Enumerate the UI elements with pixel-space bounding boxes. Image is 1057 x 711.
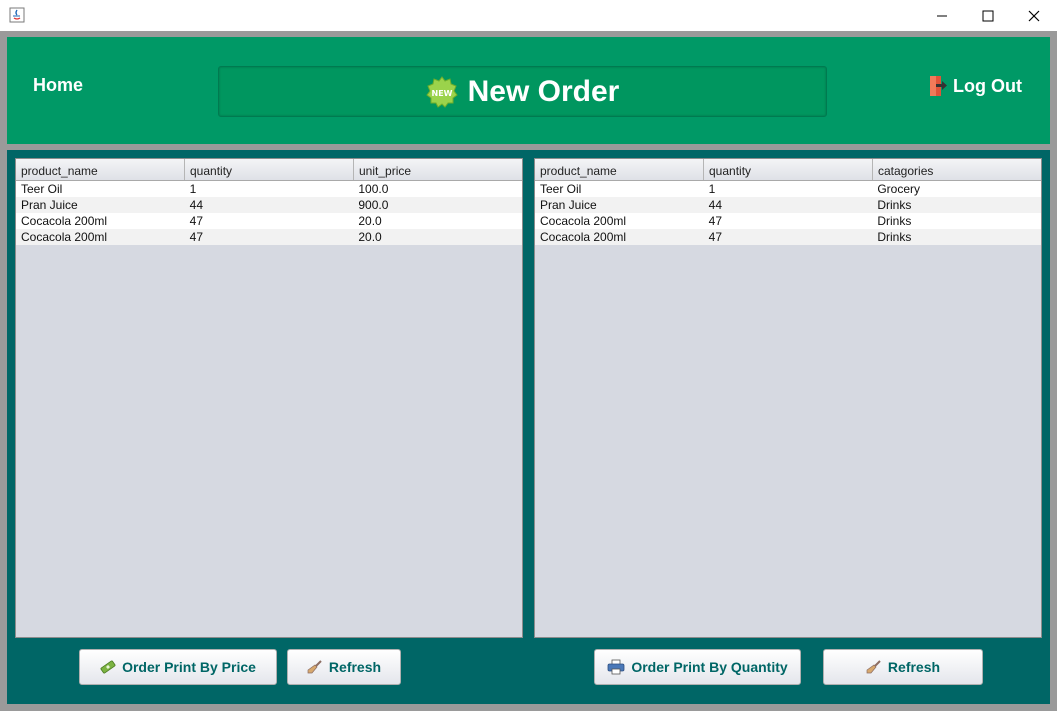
- page-title-panel: NEW New Order: [218, 66, 827, 117]
- printer-icon: [607, 659, 625, 675]
- broom-icon: [866, 660, 881, 674]
- table-cell: 44: [708, 198, 723, 212]
- table-cell: Pran Juice: [21, 198, 78, 212]
- table-cell: 47: [189, 214, 204, 228]
- table-cell: 1: [708, 182, 716, 196]
- money-icon: [100, 660, 116, 674]
- table-row[interactable]: Cocacola 200ml 47 Drinks: [535, 229, 1041, 245]
- order-print-by-quantity-button[interactable]: Order Print By Quantity: [594, 649, 801, 685]
- table-row[interactable]: Cocacola 200ml 47 20.0: [16, 229, 522, 245]
- column-header[interactable]: product_name: [16, 159, 185, 180]
- table-cell: 47: [708, 230, 723, 244]
- table-row[interactable]: Teer Oil 1 Grocery: [535, 181, 1041, 197]
- table-row[interactable]: Pran Juice 44 Drinks: [535, 197, 1041, 213]
- logout-label: Log Out: [953, 75, 1022, 96]
- column-header[interactable]: unit_price: [354, 159, 522, 180]
- table-cell: Teer Oil: [21, 182, 63, 196]
- table-cell: 1: [189, 182, 197, 196]
- order-print-by-price-button[interactable]: Order Print By Price: [79, 649, 277, 685]
- minimize-button[interactable]: [919, 0, 965, 31]
- close-button[interactable]: [1011, 0, 1057, 31]
- table-row[interactable]: Teer Oil 1 100.0: [16, 181, 522, 197]
- table-row[interactable]: Cocacola 200ml 47 20.0: [16, 213, 522, 229]
- java-icon: [9, 7, 25, 23]
- table-cell: Cocacola 200ml: [540, 214, 627, 228]
- button-label: Order Print By Price: [122, 659, 256, 675]
- quantity-order-table[interactable]: product_name quantity catagories Teer Oi…: [534, 158, 1042, 638]
- column-header[interactable]: quantity: [185, 159, 354, 180]
- new-badge-icon: NEW: [425, 75, 458, 108]
- column-header[interactable]: product_name: [535, 159, 704, 180]
- button-label: Refresh: [887, 659, 941, 675]
- table-cell: 20.0: [358, 214, 382, 228]
- table-cell: Pran Juice: [540, 198, 597, 212]
- refresh-right-button[interactable]: Refresh: [823, 649, 983, 685]
- minimize-icon: [937, 15, 947, 16]
- maximize-button[interactable]: [965, 0, 1011, 31]
- table-row[interactable]: Pran Juice 44 900.0: [16, 197, 522, 213]
- table-cell: Drinks: [877, 198, 912, 212]
- table-cell: Grocery: [877, 182, 921, 196]
- table-cell: Cocacola 200ml: [21, 230, 108, 244]
- table-cell: Drinks: [877, 230, 912, 244]
- table-cell: 100.0: [358, 182, 389, 196]
- maximize-icon: [982, 10, 994, 21]
- table-cell: Cocacola 200ml: [21, 214, 108, 228]
- table-cell: Teer Oil: [540, 182, 582, 196]
- refresh-left-button[interactable]: Refresh: [287, 649, 401, 685]
- window-titlebar: [0, 0, 1057, 31]
- home-link[interactable]: Home: [33, 75, 83, 96]
- close-icon: [1028, 10, 1040, 21]
- button-label: Order Print By Quantity: [631, 659, 788, 675]
- table-header: product_name quantity catagories: [535, 159, 1041, 181]
- table-cell: 47: [708, 214, 723, 228]
- price-order-table[interactable]: product_name quantity unit_price Teer Oi…: [15, 158, 523, 638]
- table-row[interactable]: Cocacola 200ml 47 Drinks: [535, 213, 1041, 229]
- table-cell: 47: [189, 230, 204, 244]
- column-header[interactable]: quantity: [704, 159, 873, 180]
- table-cell: Drinks: [877, 214, 912, 228]
- table-cell: 20.0: [358, 230, 382, 244]
- table-cell: 900.0: [358, 198, 389, 212]
- table-cell: Cocacola 200ml: [540, 230, 627, 244]
- table-cell: 44: [189, 198, 204, 212]
- exit-door-icon: [930, 76, 947, 96]
- page-title: New Order: [467, 74, 620, 108]
- table-header: product_name quantity unit_price: [16, 159, 522, 181]
- svg-text:NEW: NEW: [431, 89, 452, 98]
- column-header[interactable]: catagories: [873, 159, 1041, 180]
- logout-button[interactable]: Log Out: [927, 75, 1022, 97]
- button-label: Refresh: [328, 659, 382, 675]
- broom-icon: [307, 660, 322, 674]
